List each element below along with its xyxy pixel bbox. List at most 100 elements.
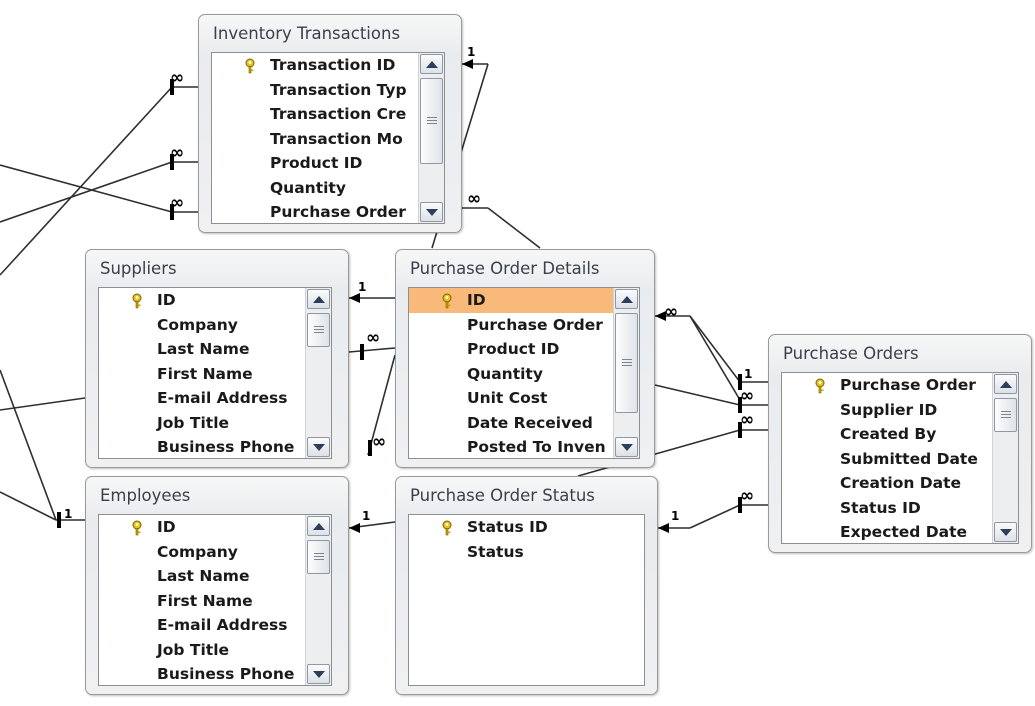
arrow-up-icon [1000, 381, 1012, 388]
field-item[interactable]: Quantity [212, 176, 444, 201]
field-item[interactable]: E-mail Address [99, 613, 331, 638]
table-window-suppliers[interactable]: Suppliers ID Company Last Name First Name E-… [85, 249, 349, 468]
table-title[interactable]: Purchase Order Status [410, 486, 595, 505]
field-item-primary-key[interactable]: ID [99, 288, 331, 313]
grip-line [622, 365, 632, 366]
field-item[interactable]: Unit Cost [409, 386, 639, 411]
scroll-up-button[interactable] [615, 289, 638, 309]
arrowhead [349, 523, 360, 533]
field-name: Purchase Order [840, 376, 976, 394]
field-name: Job Title [157, 640, 230, 659]
arrow-down-icon [313, 444, 325, 451]
one-label: 1 [671, 509, 680, 523]
scrollbar[interactable] [418, 53, 444, 223]
field-item[interactable]: E-mail Address [99, 386, 331, 411]
field-item[interactable]: Last Name [99, 564, 331, 589]
field-item-primary-key[interactable]: ID [409, 288, 639, 313]
scroll-up-button[interactable] [307, 516, 330, 536]
field-item[interactable]: Submitted Date [782, 447, 1018, 472]
scroll-down-button[interactable] [420, 202, 443, 222]
field-name: Transaction Mo [270, 129, 403, 148]
table-window-inventory-transactions[interactable]: Inventory Transactions Transaction ID Tra… [198, 14, 462, 233]
field-list[interactable]: Purchase Order Supplier ID Created By Submi… [781, 372, 1019, 544]
grip-line [314, 329, 324, 330]
field-item[interactable]: Company [99, 540, 331, 565]
scroll-thumb[interactable] [307, 540, 330, 574]
scroll-down-button[interactable] [615, 437, 638, 457]
field-list[interactable]: ID Company Last Name First Name E-mail Addre… [98, 287, 332, 459]
table-title[interactable]: Employees [100, 486, 190, 505]
field-item-primary-key[interactable]: Transaction ID [212, 53, 444, 78]
many-label: ∞ [467, 189, 481, 209]
field-item[interactable]: Company [99, 313, 331, 338]
field-item[interactable]: Supplier ID [782, 398, 1018, 423]
grip-line [314, 553, 324, 554]
table-window-purchase-orders[interactable]: Purchase Orders Purchase Order Supplier I… [768, 334, 1032, 553]
scroll-up-button[interactable] [994, 374, 1017, 394]
field-item[interactable]: Job Title [99, 638, 331, 663]
field-item[interactable]: Status [409, 540, 644, 565]
scroll-up-button[interactable] [307, 289, 330, 309]
field-item[interactable]: Quantity [409, 362, 639, 387]
field-item[interactable]: Status ID [782, 496, 1018, 521]
field-item[interactable]: Transaction Mo [212, 127, 444, 152]
field-name: E-mail Address [157, 389, 288, 407]
scrollbar[interactable] [992, 373, 1018, 543]
grip-line [1001, 414, 1011, 415]
field-item[interactable]: Created By [782, 422, 1018, 447]
scroll-thumb[interactable] [307, 313, 330, 347]
field-name: Purchase Order [467, 315, 603, 334]
field-list[interactable]: ID Purchase Order Product ID Quantity Unit C… [408, 287, 640, 459]
scroll-thumb[interactable] [615, 313, 638, 413]
field-item[interactable]: First Name [99, 362, 331, 387]
field-item[interactable]: Last Name [99, 337, 331, 362]
table-title[interactable]: Inventory Transactions [213, 24, 400, 43]
field-item-primary-key[interactable]: ID [99, 515, 331, 540]
field-item-primary-key[interactable]: Purchase Order [782, 373, 1018, 398]
field-name: Status ID [467, 518, 548, 536]
field-item[interactable]: Date Received [409, 411, 639, 436]
field-name: Quantity [467, 364, 543, 383]
field-item[interactable]: Business Phone [99, 435, 331, 458]
arrow-down-icon [426, 209, 438, 216]
scroll-up-button[interactable] [420, 54, 443, 74]
field-item[interactable]: Posted To Inven [409, 435, 639, 458]
field-name: Status ID [840, 498, 921, 517]
scroll-thumb[interactable] [994, 398, 1017, 432]
field-item[interactable]: Creation Date [782, 471, 1018, 496]
field-item[interactable]: Purchase Order [409, 313, 639, 338]
field-item[interactable]: Expected Date [782, 520, 1018, 543]
field-item[interactable]: First Name [99, 589, 331, 614]
scroll-down-button[interactable] [307, 664, 330, 684]
table-window-purchase-order-details[interactable]: Purchase Order Details ID Purchase Order P… [395, 249, 655, 468]
scroll-thumb[interactable] [420, 78, 443, 164]
table-title[interactable]: Suppliers [100, 259, 177, 278]
field-item[interactable]: Transaction Typ [212, 78, 444, 103]
field-item[interactable]: Product ID [409, 337, 639, 362]
field-item[interactable]: Business Phone [99, 662, 331, 685]
field-items: ID Company Last Name First Name E-mail Addre… [99, 515, 331, 685]
grip-line [314, 332, 324, 333]
table-title[interactable]: Purchase Orders [783, 344, 919, 363]
table-window-employees[interactable]: Employees ID Company Last Name First Name E-… [85, 476, 349, 695]
one-label: 1 [467, 45, 476, 59]
field-item[interactable]: Product ID [212, 151, 444, 176]
field-list[interactable]: Transaction ID Transaction Typ Transaction… [211, 52, 445, 224]
scrollbar[interactable] [305, 288, 331, 458]
field-item[interactable]: Purchase Order [212, 200, 444, 223]
field-item[interactable]: Job Title [99, 411, 331, 436]
scroll-down-button[interactable] [307, 437, 330, 457]
relationship-line [689, 315, 741, 401]
scrollbar[interactable] [613, 288, 639, 458]
field-item[interactable]: Transaction Cre [212, 102, 444, 127]
scrollbar[interactable] [305, 515, 331, 685]
field-list[interactable]: Status ID Status [408, 514, 645, 686]
field-name: Company [157, 315, 238, 334]
field-item-primary-key[interactable]: Status ID [409, 515, 644, 540]
scroll-down-button[interactable] [994, 522, 1017, 542]
arrow-up-icon [621, 296, 633, 303]
table-title[interactable]: Purchase Order Details [410, 259, 600, 278]
table-window-purchase-order-status[interactable]: Purchase Order Status Status ID Status [395, 476, 658, 695]
relationship-line [689, 315, 741, 383]
field-list[interactable]: ID Company Last Name First Name E-mail Addre… [98, 514, 332, 686]
